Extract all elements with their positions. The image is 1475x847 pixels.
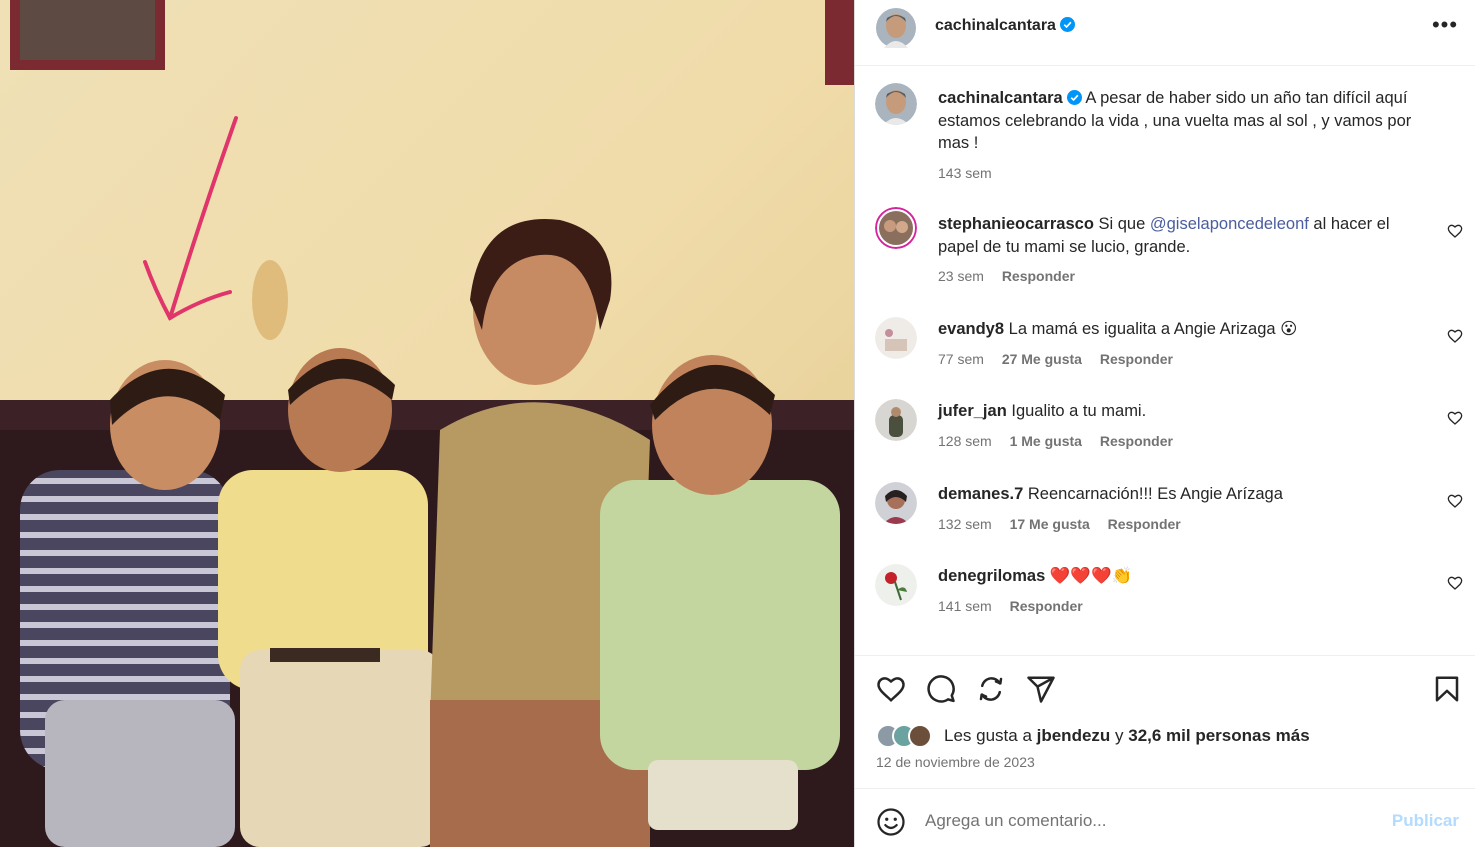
likes-prefix: Les gusta a <box>944 726 1037 745</box>
heart-icon[interactable] <box>876 674 906 704</box>
comment-username[interactable]: evandy8 <box>938 320 1004 338</box>
comment-username[interactable]: demanes.7 <box>938 485 1023 503</box>
reply-button[interactable]: Responder <box>1002 268 1075 284</box>
mention-link[interactable]: @giselaponcedeleonf <box>1150 215 1309 233</box>
author-avatar[interactable] <box>876 8 916 48</box>
comment-username[interactable]: denegrilomas <box>938 567 1045 585</box>
liker-avatar <box>908 724 932 748</box>
comment-meta: 132 sem 17 Me gusta Responder <box>938 516 1195 532</box>
comment-time[interactable]: 77 sem <box>938 351 984 367</box>
comment-body: La mamá es igualita a Angie Arizaga 😮 <box>1008 320 1298 338</box>
comment-text: denegrilomas ❤️❤️❤️👏 <box>938 565 1438 588</box>
comment-like-icon[interactable] <box>1447 328 1463 344</box>
caption-username[interactable]: cachinalcantara <box>938 89 1063 107</box>
more-options-icon[interactable]: ••• <box>1431 14 1459 42</box>
comment-username[interactable]: jufer_jan <box>938 402 1007 420</box>
comment-likes[interactable]: 1 Me gusta <box>1010 433 1082 449</box>
comment-composer: Publicar <box>855 788 1475 847</box>
comment-body: Igualito a tu mami. <box>1011 402 1147 420</box>
comment-like-icon[interactable] <box>1447 575 1463 591</box>
commenter-avatar[interactable] <box>875 482 917 524</box>
repost-icon[interactable] <box>976 674 1006 704</box>
comment-body: ❤️❤️❤️👏 <box>1049 567 1133 585</box>
likes-middle: y <box>1110 726 1129 745</box>
commenter-avatar[interactable] <box>875 317 917 359</box>
likes-others[interactable]: 32,6 mil personas más <box>1128 726 1309 745</box>
comment-meta: 77 sem 27 Me gusta Responder <box>938 351 1187 367</box>
comment-text: evandy8 La mamá es igualita a Angie Ariz… <box>938 318 1438 341</box>
comment-text: demanes.7 Reencarnación!!! Es Angie Aríz… <box>938 483 1438 506</box>
comment-item: evandy8 La mamá es igualita a Angie Ariz… <box>855 317 1475 377</box>
author-avatar-small[interactable] <box>875 83 917 125</box>
reply-button[interactable]: Responder <box>1108 516 1181 532</box>
comment-meta: 23 sem Responder <box>938 268 1089 284</box>
post-panel: cachinalcantara ••• cachinalcantara A pe… <box>855 0 1475 847</box>
comment-time[interactable]: 23 sem <box>938 268 984 284</box>
comments-list[interactable]: cachinalcantara A pesar de haber sido un… <box>855 67 1475 655</box>
caption-item: cachinalcantara A pesar de haber sido un… <box>855 83 1475 193</box>
emoji-icon[interactable] <box>876 807 906 837</box>
comment-like-icon[interactable] <box>1447 493 1463 509</box>
comment-like-icon[interactable] <box>1447 410 1463 426</box>
comment-time[interactable]: 141 sem <box>938 598 992 614</box>
author-username-text[interactable]: cachinalcantara <box>935 17 1056 34</box>
comment-text: stephanieocarrasco Si que @giselaponcede… <box>938 213 1408 258</box>
verified-icon <box>1059 17 1075 32</box>
reply-button[interactable]: Responder <box>1100 351 1173 367</box>
post-header: cachinalcantara ••• <box>855 0 1475 66</box>
family-photo-illustration <box>0 0 854 847</box>
comment-body: Reencarnación!!! Es Angie Arízaga <box>1027 485 1283 503</box>
comment-time[interactable]: 132 sem <box>938 516 992 532</box>
share-icon[interactable] <box>1026 674 1056 704</box>
comment-body-start: Si que <box>1098 215 1150 233</box>
liker-username[interactable]: jbendezu <box>1037 726 1111 745</box>
caption-text: cachinalcantara A pesar de haber sido un… <box>938 87 1438 155</box>
comment-likes[interactable]: 17 Me gusta <box>1010 516 1090 532</box>
comment-like-icon[interactable] <box>1447 223 1463 239</box>
comment-likes[interactable]: 27 Me gusta <box>1002 351 1082 367</box>
post-actions: Les gusta a jbendezu y 32,6 mil personas… <box>855 655 1475 788</box>
commenter-avatar[interactable] <box>875 207 917 249</box>
comment-meta: 128 sem 1 Me gusta Responder <box>938 433 1187 449</box>
commenter-avatar[interactable] <box>875 399 917 441</box>
comment-item: denegrilomas ❤️❤️❤️👏 141 sem Responder <box>855 564 1475 624</box>
post-date[interactable]: 12 de noviembre de 2023 <box>876 754 1035 770</box>
likes-text: Les gusta a jbendezu y 32,6 mil personas… <box>944 726 1310 746</box>
likers-avatars <box>876 724 940 748</box>
author-username[interactable]: cachinalcantara <box>935 17 1075 35</box>
publish-button[interactable]: Publicar <box>1392 811 1459 831</box>
comment-item: stephanieocarrasco Si que @giselaponcede… <box>855 207 1475 287</box>
reply-button[interactable]: Responder <box>1010 598 1083 614</box>
verified-icon <box>1066 90 1082 105</box>
comment-username[interactable]: stephanieocarrasco <box>938 215 1094 233</box>
bookmark-icon[interactable] <box>1432 674 1462 704</box>
post-photo[interactable] <box>0 0 854 847</box>
caption-time[interactable]: 143 sem <box>938 165 992 181</box>
comment-item: jufer_jan Igualito a tu mami. 128 sem 1 … <box>855 399 1475 459</box>
commenter-avatar[interactable] <box>875 564 917 606</box>
comment-meta: 141 sem Responder <box>938 598 1097 614</box>
comment-time[interactable]: 128 sem <box>938 433 992 449</box>
reply-button[interactable]: Responder <box>1100 433 1173 449</box>
comment-input[interactable] <box>925 806 1375 836</box>
caption-meta: 143 sem <box>938 165 1006 181</box>
comment-text: jufer_jan Igualito a tu mami. <box>938 400 1438 423</box>
comment-item: demanes.7 Reencarnación!!! Es Angie Aríz… <box>855 482 1475 542</box>
comment-icon[interactable] <box>926 674 956 704</box>
